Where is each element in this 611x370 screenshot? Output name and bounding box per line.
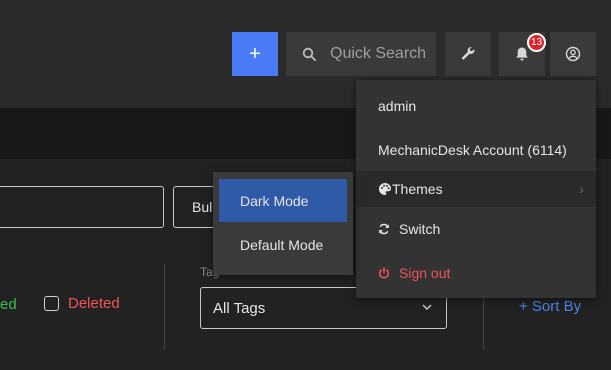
user-circle-icon xyxy=(565,46,581,62)
menu-item-switch[interactable]: Switch xyxy=(356,211,596,247)
wrench-icon xyxy=(461,46,475,60)
power-icon xyxy=(378,255,390,291)
menu-item-account[interactable]: MechanicDesk Account (6114) xyxy=(356,132,596,168)
chevron-down-icon xyxy=(422,304,432,310)
status-filter-label[interactable]: ed xyxy=(0,296,17,313)
add-button[interactable]: + xyxy=(232,32,278,76)
bulk-actions-label: Bul xyxy=(192,199,213,215)
deleted-label[interactable]: Deleted xyxy=(68,295,120,312)
themes-label: Themes xyxy=(392,181,443,197)
search-field[interactable] xyxy=(0,186,164,228)
search-placeholder: Quick Search xyxy=(330,45,427,62)
search-icon xyxy=(302,47,316,61)
username-label: admin xyxy=(378,98,417,114)
dark-mode-label: Dark Mode xyxy=(240,192,309,209)
default-mode-label: Default Mode xyxy=(240,236,324,253)
themes-submenu: Dark Mode Default Mode xyxy=(213,172,353,275)
theme-option-dark[interactable]: Dark Mode xyxy=(219,179,347,222)
notification-count-badge: 13 xyxy=(527,33,546,52)
account-label: MechanicDesk Account (6114) xyxy=(378,142,567,158)
bulk-actions-button[interactable]: Bul xyxy=(173,186,217,228)
sign-out-label: Sign out xyxy=(399,265,451,281)
deleted-checkbox[interactable] xyxy=(44,296,59,311)
theme-option-default[interactable]: Default Mode xyxy=(219,223,347,266)
menu-item-username: admin xyxy=(356,88,596,124)
user-menu-button[interactable] xyxy=(550,32,596,76)
sync-icon xyxy=(378,211,390,247)
switch-label: Switch xyxy=(399,221,441,237)
sort-by-button[interactable]: + Sort By xyxy=(519,298,581,315)
menu-item-themes[interactable]: Themes › xyxy=(356,171,596,207)
user-dropdown-menu: admin MechanicDesk Account (6114) Themes… xyxy=(356,80,596,298)
quick-search-input[interactable]: Quick Search xyxy=(286,32,436,76)
tags-select-value: All Tags xyxy=(213,299,266,317)
divider xyxy=(164,264,165,349)
bell-icon xyxy=(516,47,528,61)
palette-icon xyxy=(378,171,392,207)
chevron-right-icon: › xyxy=(579,181,584,197)
settings-button[interactable] xyxy=(445,32,491,76)
menu-item-sign-out[interactable]: Sign out xyxy=(356,255,596,291)
